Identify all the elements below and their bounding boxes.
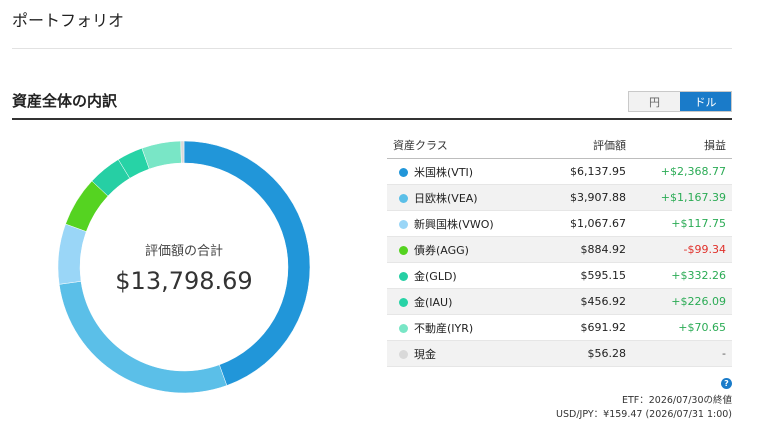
asset-name-cell: 債券(AGG) [387,236,544,263]
legend-dot-icon [399,194,408,203]
section-title: 資産全体の内訳 [12,92,118,110]
asset-pnl: +$332.26 [632,262,732,289]
asset-value: $691.92 [544,314,633,341]
table-row: 米国株(VTI) $6,137.95 +$2,368.77 [387,158,732,185]
asset-value: $1,067.67 [544,210,633,237]
table-row: 不動産(IYR) $691.92 +$70.65 [387,314,732,341]
toggle-usd-button[interactable]: ドル [680,92,731,111]
asset-table: 資産クラス 評価額 損益 米国株(VTI) $6,137.95 +$2,368.77… [387,132,732,367]
asset-value: $56.28 [544,340,633,367]
asset-name: 債券(AGG) [414,243,469,257]
asset-value: $6,137.95 [544,158,633,185]
toggle-yen-button[interactable]: 円 [629,92,680,111]
header-asset-class: 資産クラス [387,132,544,159]
donut-slice[interactable] [58,281,228,394]
asset-name-cell: 金(IAU) [387,288,544,315]
table-row: 新興国株(VWO) $1,067.67 +$117.75 [387,210,732,237]
legend-dot-icon [399,324,408,333]
donut-slice[interactable] [141,140,182,170]
donut-slice[interactable] [183,140,311,386]
header-value: 評価額 [544,132,633,159]
asset-name: 米国株(VTI) [414,165,474,179]
asset-name-cell: 不動産(IYR) [387,314,544,341]
asset-pnl: +$70.65 [632,314,732,341]
legend-dot-icon [399,220,408,229]
table-row: 日欧株(VEA) $3,907.88 +$1,167.39 [387,184,732,211]
asset-pnl: - [632,340,732,367]
donut-chart [56,139,312,395]
asset-pnl: +$2,368.77 [632,158,732,185]
asset-name: 新興国株(VWO) [414,217,494,231]
etf-footnote: ETF：2026/07/30の終値 [621,395,732,406]
donut-slice[interactable] [180,140,185,164]
asset-name-cell: 新興国株(VWO) [387,210,544,237]
header-pnl: 損益 [632,132,732,159]
asset-name-cell: 金(GLD) [387,262,544,289]
table-header-row: 資産クラス 評価額 損益 [387,132,732,159]
currency-toggle: 円 ドル [628,91,732,112]
asset-pnl: -$99.34 [632,236,732,263]
asset-name: 現金 [414,347,436,361]
legend-dot-icon [399,272,408,281]
donut-slice[interactable] [57,223,87,285]
page-title: ポートフォリオ [12,11,125,30]
table-row: 現金 $56.28- [387,340,732,367]
asset-value: $595.15 [544,262,633,289]
table-row: 金(GLD) $595.15 +$332.26 [387,262,732,289]
asset-name: 不動産(IYR) [414,321,474,335]
asset-pnl: +$1,167.39 [632,184,732,211]
asset-pnl: +$117.75 [632,210,732,237]
asset-value: $456.92 [544,288,633,315]
title-divider [12,48,732,49]
asset-name-cell: 現金 [387,340,544,367]
asset-name: 金(GLD) [414,269,457,283]
info-icon[interactable]: ? [721,378,732,389]
asset-name: 金(IAU) [414,295,453,309]
table-row: 債券(AGG) $884.92 -$99.34 [387,236,732,263]
asset-name-cell: 米国株(VTI) [387,158,544,185]
legend-dot-icon [399,246,408,255]
asset-name: 日欧株(VEA) [414,191,478,205]
legend-dot-icon [399,168,408,177]
asset-value: $884.92 [544,236,633,263]
asset-pnl: +$226.09 [632,288,732,315]
asset-value: $3,907.88 [544,184,633,211]
section-divider [12,118,732,120]
legend-dot-icon [399,298,408,307]
fx-footnote: USD/JPY：¥159.47 (2026/07/31 1:00) [556,409,732,420]
asset-name-cell: 日欧株(VEA) [387,184,544,211]
table-row: 金(IAU) $456.92 +$226.09 [387,288,732,315]
legend-dot-icon [399,350,408,359]
